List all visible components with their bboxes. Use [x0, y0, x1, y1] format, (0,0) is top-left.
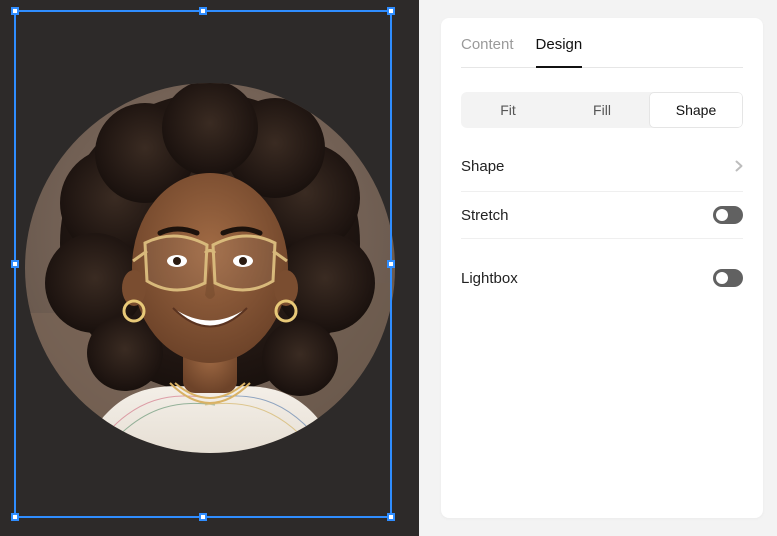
toggle-knob: [716, 272, 728, 284]
row-lightbox: Lightbox: [461, 255, 743, 301]
row-shape-label: Shape: [461, 158, 504, 175]
toggle-knob: [716, 209, 728, 221]
image-fit-segmented: Fit Fill Shape: [461, 92, 743, 128]
resize-handle-right[interactable]: [387, 260, 395, 268]
segment-fit[interactable]: Fit: [461, 92, 555, 128]
resize-handle-top-right[interactable]: [387, 7, 395, 15]
toggle-lightbox[interactable]: [713, 269, 743, 287]
inspector-panel: Content Design Fit Fill Shape Shape Stre…: [441, 18, 763, 518]
segment-shape[interactable]: Shape: [649, 92, 743, 128]
inspector-wrap: Content Design Fit Fill Shape Shape Stre…: [419, 0, 777, 536]
tab-content[interactable]: Content: [461, 36, 514, 67]
resize-handle-bottom-left[interactable]: [11, 513, 19, 521]
row-stretch: Stretch: [461, 192, 743, 239]
row-lightbox-label: Lightbox: [461, 270, 518, 287]
resize-handle-top[interactable]: [199, 7, 207, 15]
resize-handle-bottom-right[interactable]: [387, 513, 395, 521]
app-root: Content Design Fit Fill Shape Shape Stre…: [0, 0, 777, 536]
tab-design[interactable]: Design: [536, 36, 583, 67]
inspector-tabs: Content Design: [461, 36, 743, 68]
resize-handle-left[interactable]: [11, 260, 19, 268]
chevron-right-icon: [735, 156, 743, 177]
toggle-stretch[interactable]: [713, 206, 743, 224]
row-shape[interactable]: Shape: [461, 142, 743, 192]
resize-handle-top-left[interactable]: [11, 7, 19, 15]
segment-fill[interactable]: Fill: [555, 92, 649, 128]
row-stretch-label: Stretch: [461, 207, 509, 224]
section-gap: [461, 239, 743, 255]
canvas[interactable]: [0, 0, 419, 536]
resize-handle-bottom[interactable]: [199, 513, 207, 521]
selection-box[interactable]: [14, 10, 392, 518]
